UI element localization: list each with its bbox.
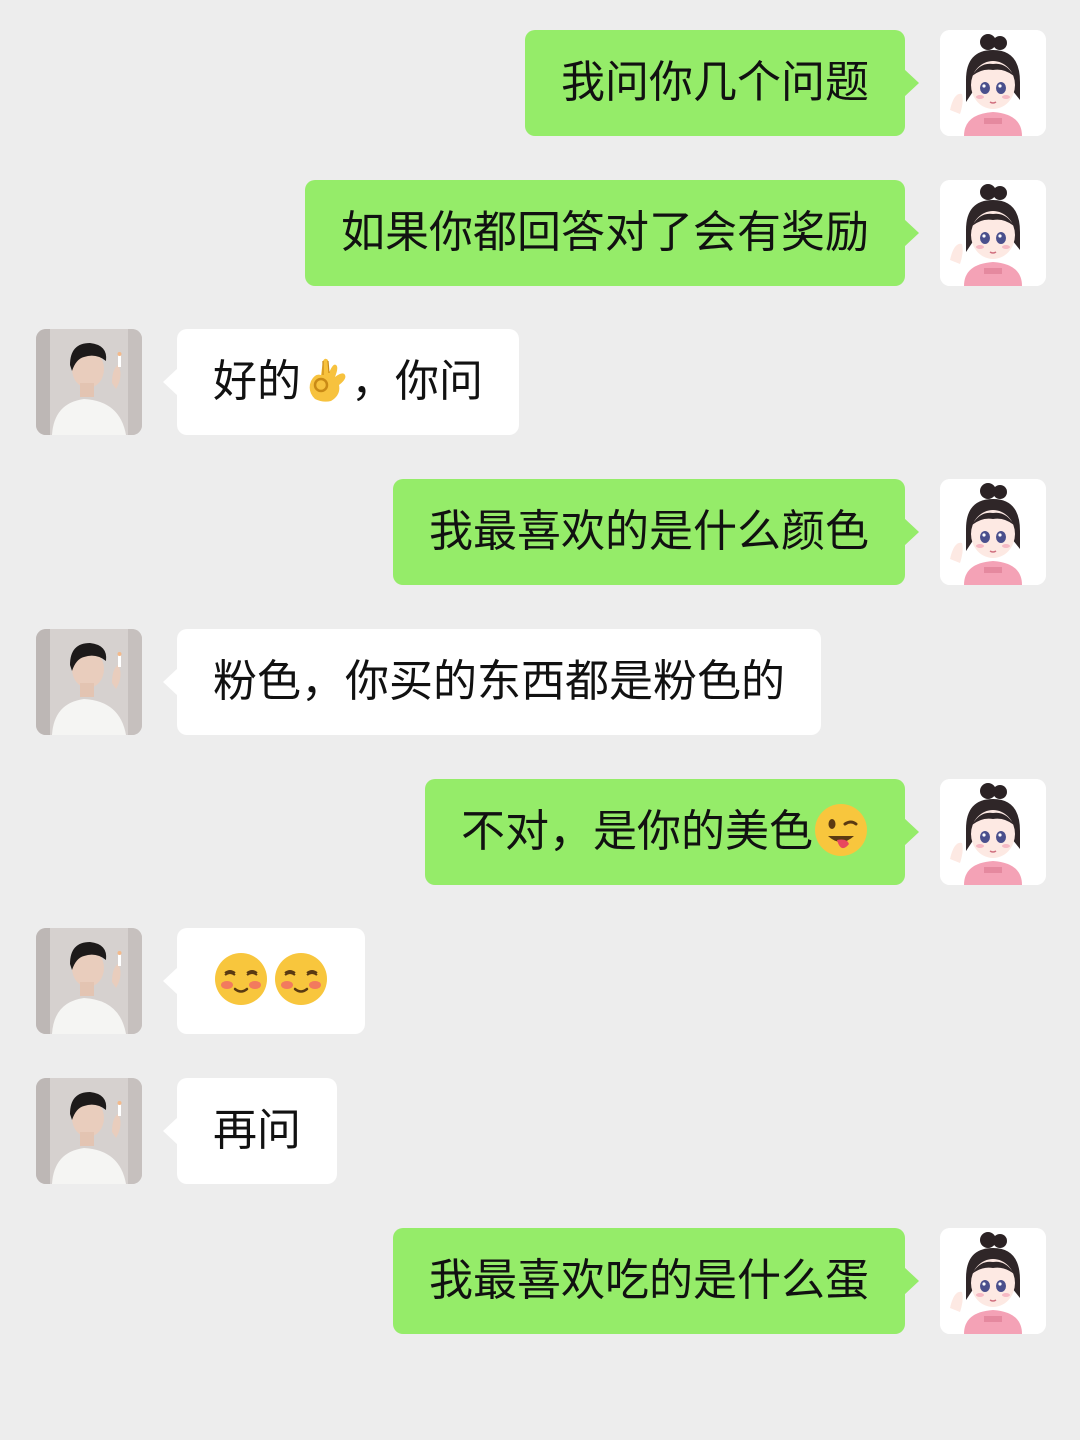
message-row-received: 好的 ，你问 — [0, 329, 1080, 435]
message-text: 如果你都回答对了会有奖励 — [341, 207, 869, 258]
ok-hand-emoji — [301, 355, 351, 405]
girl-avatar-icon[interactable] — [940, 180, 1046, 286]
sent-message-bubble[interactable]: 我问你几个问题 — [525, 30, 919, 136]
message-text: 不对，是你的美色 — [461, 806, 813, 857]
message-row-sent: 如果你都回答对了会有奖励 — [0, 180, 1080, 286]
received-message-bubble[interactable]: 再问 — [163, 1078, 337, 1184]
girl-avatar-icon[interactable] — [940, 1228, 1046, 1334]
message-row-received: 再问 — [0, 1078, 1080, 1184]
message-text: 好的 — [213, 356, 301, 407]
received-message-bubble[interactable]: 好的 ，你问 — [163, 329, 519, 435]
message-row-sent: 我最喜欢吃的是什么蛋 — [0, 1228, 1080, 1334]
message-row-sent: 我问你几个问题 — [0, 30, 1080, 136]
message-text: 我问你几个问题 — [561, 57, 869, 108]
message-text: 再问 — [213, 1105, 301, 1156]
message-row-sent: 我最喜欢的是什么颜色 — [0, 479, 1080, 585]
message-row-received: 粉色，你买的东西都是粉色的 — [0, 629, 1080, 735]
girl-avatar-icon[interactable] — [940, 479, 1046, 585]
message-text: 我最喜欢的是什么颜色 — [429, 506, 869, 557]
boy-avatar-icon[interactable] — [36, 629, 142, 735]
winking-tongue-emoji — [813, 802, 869, 858]
message-row-sent: 不对，是你的美色 — [0, 779, 1080, 885]
chat-area[interactable]: 我问你几个问题 如果你都回答对了会有奖励 好的 ，你问 我最喜欢的是什么颜色 粉… — [0, 0, 1080, 1440]
received-message-bubble[interactable]: 粉色，你买的东西都是粉色的 — [163, 629, 821, 735]
girl-avatar-icon[interactable] — [940, 779, 1046, 885]
blushing-smile-emoji — [213, 951, 269, 1007]
message-text: 我最喜欢吃的是什么蛋 — [429, 1255, 869, 1306]
received-message-bubble[interactable] — [163, 928, 365, 1034]
message-text: 粉色，你买的东西都是粉色的 — [213, 656, 785, 707]
blushing-smile-emoji — [273, 951, 329, 1007]
boy-avatar-icon[interactable] — [36, 1078, 142, 1184]
sent-message-bubble[interactable]: 我最喜欢的是什么颜色 — [393, 479, 919, 585]
girl-avatar-icon[interactable] — [940, 30, 1046, 136]
sent-message-bubble[interactable]: 不对，是你的美色 — [425, 779, 919, 885]
sent-message-bubble[interactable]: 我最喜欢吃的是什么蛋 — [393, 1228, 919, 1334]
message-text: ，你问 — [351, 356, 483, 407]
message-row-received — [0, 928, 1080, 1034]
boy-avatar-icon[interactable] — [36, 329, 142, 435]
sent-message-bubble[interactable]: 如果你都回答对了会有奖励 — [305, 180, 919, 286]
boy-avatar-icon[interactable] — [36, 928, 142, 1034]
